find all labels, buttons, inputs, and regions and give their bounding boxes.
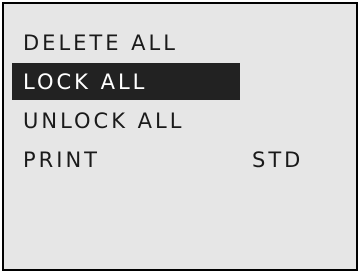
menu-item-lock-all[interactable]: LOCK ALL: [12, 63, 240, 100]
print-setting-value: STD: [252, 147, 304, 172]
menu-item-unlock-all[interactable]: UNLOCK ALL: [12, 102, 240, 139]
menu-item-delete-all[interactable]: DELETE ALL: [12, 24, 240, 61]
menu-item-print[interactable]: PRINT STD: [12, 141, 312, 178]
menu-item-label: LOCK ALL: [23, 69, 148, 94]
menu-list: DELETE ALL LOCK ALL UNLOCK ALL PRINT STD: [12, 24, 300, 180]
menu-item-label: PRINT: [23, 147, 100, 172]
menu-item-label: DELETE ALL: [23, 30, 178, 55]
menu-item-label: UNLOCK ALL: [23, 108, 185, 133]
lcd-screen: DELETE ALL LOCK ALL UNLOCK ALL PRINT STD: [2, 2, 358, 271]
